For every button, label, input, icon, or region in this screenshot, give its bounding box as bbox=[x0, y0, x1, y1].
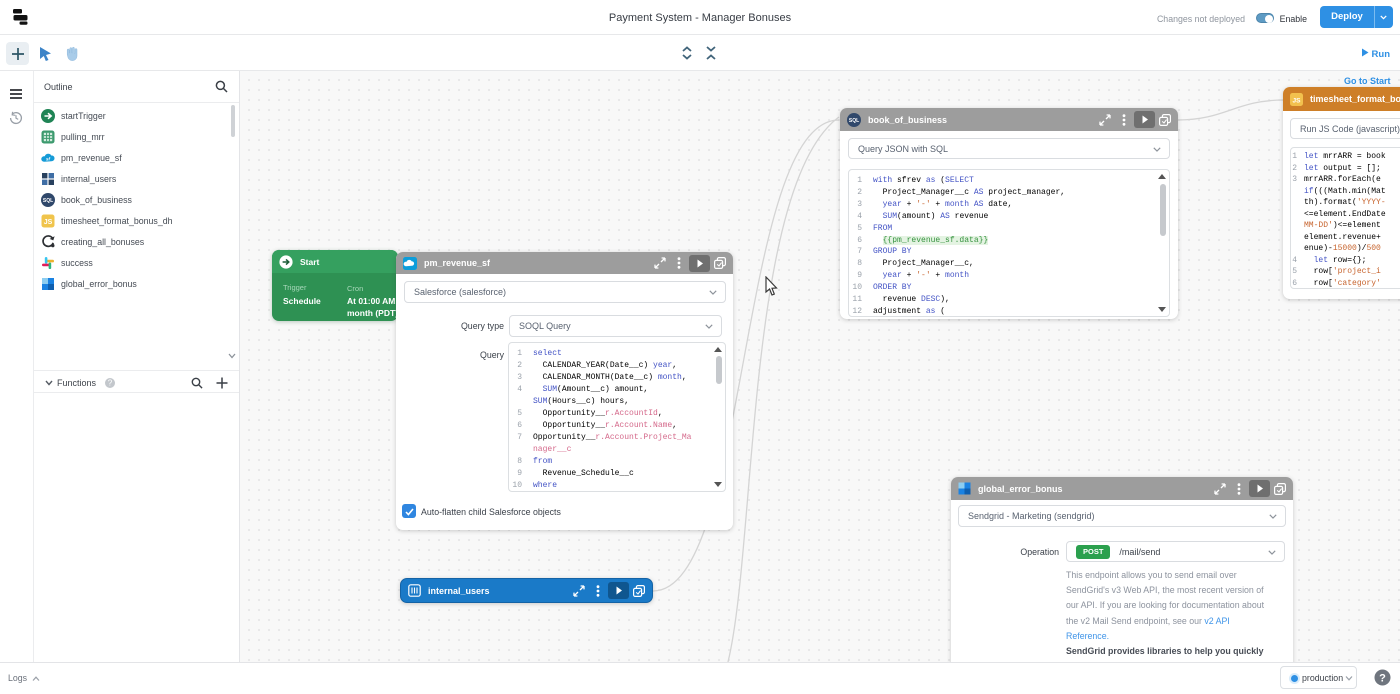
svg-text:sf: sf bbox=[46, 156, 51, 161]
svg-text:?: ? bbox=[108, 379, 113, 388]
svg-text:?: ? bbox=[1379, 672, 1386, 684]
svg-text:SQL: SQL bbox=[43, 198, 53, 204]
svg-text:JS: JS bbox=[1293, 97, 1302, 104]
svg-text:SQL: SQL bbox=[849, 118, 859, 124]
svg-text:JS: JS bbox=[44, 219, 53, 226]
